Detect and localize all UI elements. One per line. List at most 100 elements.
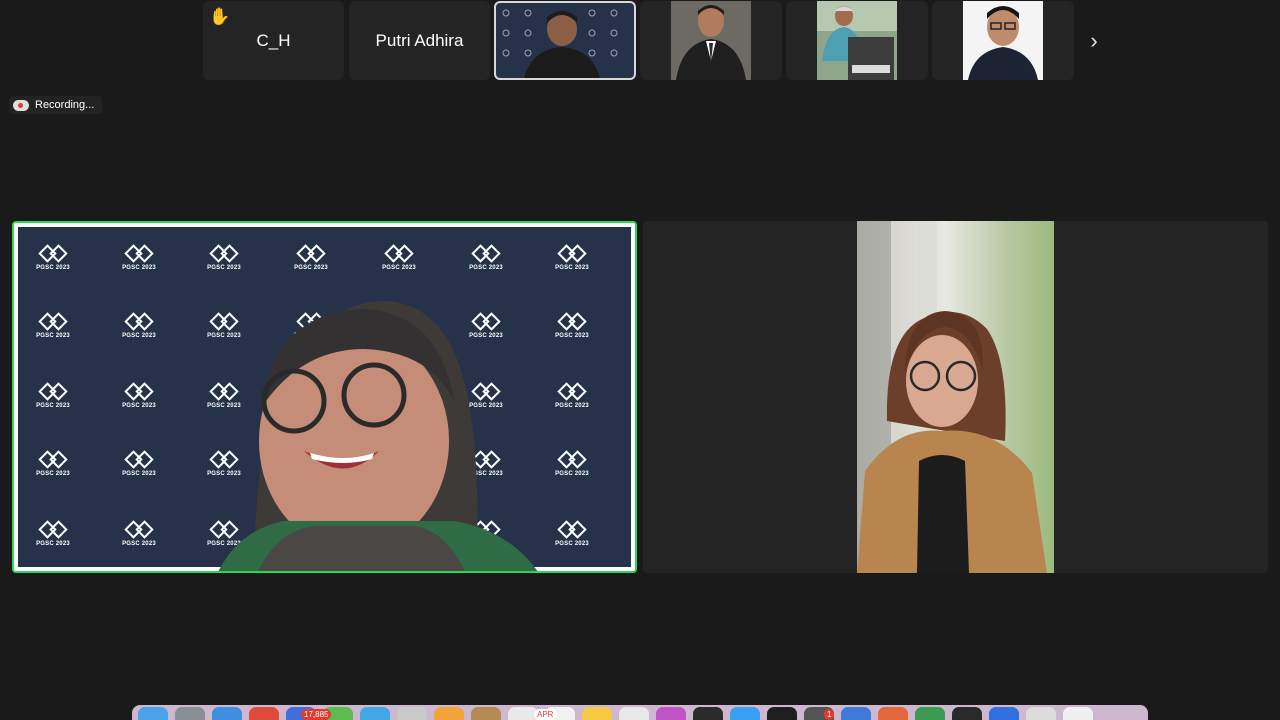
backdrop-logo: PGSC 2023 (30, 245, 76, 285)
dock-badge: 17,885 (301, 709, 332, 720)
dock-app-icon[interactable] (249, 707, 279, 720)
backdrop-logo: PGSC 2023 (116, 521, 162, 561)
dock-app-icon[interactable] (619, 707, 649, 720)
participant-name: Putri Adhira (375, 30, 464, 50)
dock-app-icon[interactable] (878, 707, 908, 720)
dock-app-icon[interactable] (1063, 707, 1093, 720)
participant-thumb-video-4[interactable] (932, 1, 1074, 80)
calendar-date-badge: APR (534, 709, 557, 720)
pgsc-logo-icon (38, 245, 68, 263)
participant-thumb-c-h[interactable]: ✋ C_H (203, 1, 344, 80)
pgsc-logo-icon (557, 451, 587, 469)
dock-app-icon[interactable] (915, 707, 945, 720)
pgsc-logo-icon (38, 451, 68, 469)
pgsc-logo-icon (557, 245, 587, 263)
cloud-recording-icon (13, 99, 29, 111)
dock-app-icon[interactable] (1026, 707, 1056, 720)
backdrop-logo-text: PGSC 2023 (36, 471, 70, 477)
backdrop-logo: PGSC 2023 (288, 245, 334, 285)
backdrop-logo: PGSC 2023 (30, 313, 76, 353)
participant-video-icon (502, 9, 618, 78)
backdrop-logo-text: PGSC 2023 (36, 333, 70, 339)
recording-label: Recording... (35, 99, 95, 111)
backdrop-logo: PGSC 2023 (549, 313, 595, 353)
pgsc-logo-icon (38, 521, 68, 539)
macos-dock (132, 705, 1148, 720)
backdrop-logo: PGSC 2023 (116, 313, 162, 353)
participant-video-tile[interactable] (643, 221, 1268, 573)
speaker-video-icon (218, 301, 538, 571)
dock-app-icon[interactable] (989, 707, 1019, 720)
pgsc-logo-icon (557, 521, 587, 539)
dock-app-icon[interactable] (434, 707, 464, 720)
backdrop-logo-text: PGSC 2023 (122, 541, 156, 547)
backdrop-logo-text: PGSC 2023 (294, 265, 328, 271)
recording-indicator[interactable]: Recording... (9, 96, 103, 114)
zoom-meeting-window: ✋ C_H Putri Adhira › Recording... PGSC 2… (0, 0, 1280, 720)
backdrop-logo: PGSC 2023 (116, 245, 162, 285)
participant-video-icon (857, 221, 1047, 573)
backdrop-logo: PGSC 2023 (116, 383, 162, 423)
participant-name: C_H (256, 30, 291, 50)
backdrop-logo-text: PGSC 2023 (122, 471, 156, 477)
participant-thumb-putri-adhira[interactable]: Putri Adhira (349, 1, 490, 80)
backdrop-logo: PGSC 2023 (116, 451, 162, 491)
backdrop-logo-text: PGSC 2023 (555, 403, 589, 409)
pgsc-logo-icon (124, 383, 154, 401)
participant-thumb-video-2[interactable] (640, 1, 782, 80)
backdrop-logo-text: PGSC 2023 (469, 265, 503, 271)
backdrop-logo-text: PGSC 2023 (555, 541, 589, 547)
backdrop-logo-text: PGSC 2023 (122, 403, 156, 409)
participant-video-icon (963, 1, 1043, 80)
backdrop-logo: PGSC 2023 (30, 451, 76, 491)
pgsc-logo-icon (296, 245, 326, 263)
participant-thumb-video-1[interactable] (494, 1, 636, 80)
dock-app-icon[interactable] (397, 707, 427, 720)
backdrop-logo: PGSC 2023 (201, 245, 247, 285)
next-page-button[interactable]: › (1082, 24, 1106, 58)
backdrop-logo-text: PGSC 2023 (36, 541, 70, 547)
dock-app-icon[interactable] (138, 707, 168, 720)
backdrop-logo-text: PGSC 2023 (36, 403, 70, 409)
backdrop-logo-text: PGSC 2023 (122, 333, 156, 339)
backdrop-logo: PGSC 2023 (549, 451, 595, 491)
dock-app-icon[interactable] (693, 707, 723, 720)
dock-app-icon[interactable] (471, 707, 501, 720)
participant-video-icon (671, 1, 751, 80)
backdrop-logo: PGSC 2023 (549, 521, 595, 561)
participant-thumb-video-3[interactable] (786, 1, 928, 80)
dock-app-icon[interactable] (730, 707, 760, 720)
backdrop-logo-text: PGSC 2023 (555, 333, 589, 339)
backdrop-logo: PGSC 2023 (549, 383, 595, 423)
pgsc-logo-icon (38, 313, 68, 331)
dock-app-icon[interactable] (582, 707, 612, 720)
backdrop-logo: PGSC 2023 (549, 245, 595, 285)
pgsc-logo-icon (471, 245, 501, 263)
backdrop-logo-text: PGSC 2023 (122, 265, 156, 271)
backdrop-logo-text: PGSC 2023 (382, 265, 416, 271)
participant-video-icon (817, 1, 897, 80)
backdrop-logo: PGSC 2023 (463, 245, 509, 285)
pgsc-logo-icon (124, 451, 154, 469)
pgsc-logo-icon (557, 313, 587, 331)
pgsc-logo-icon (557, 383, 587, 401)
backdrop-logo-text: PGSC 2023 (36, 265, 70, 271)
dock-app-icon[interactable] (952, 707, 982, 720)
backdrop-logo: PGSC 2023 (30, 521, 76, 561)
dock-app-icon[interactable] (767, 707, 797, 720)
dock-app-icon[interactable] (656, 707, 686, 720)
backdrop-logo-text: PGSC 2023 (207, 265, 241, 271)
participant-video-feed (857, 221, 1054, 573)
pgsc-logo-icon (124, 521, 154, 539)
pgsc-logo-icon (124, 313, 154, 331)
active-speaker-video-tile[interactable]: PGSC 2023 PGSC 2023 PGSC 2023 PGSC 2023 PGSC… (12, 221, 637, 573)
dock-app-icon[interactable] (360, 707, 390, 720)
dock-app-icon[interactable] (212, 707, 242, 720)
raise-hand-icon: ✋ (209, 7, 231, 26)
pgsc-logo-icon (38, 383, 68, 401)
pgsc-logo-icon (209, 245, 239, 263)
pgsc-logo-icon (124, 245, 154, 263)
dock-app-icon[interactable] (175, 707, 205, 720)
dock-app-icon[interactable] (841, 707, 871, 720)
backdrop-logo-text: PGSC 2023 (555, 471, 589, 477)
